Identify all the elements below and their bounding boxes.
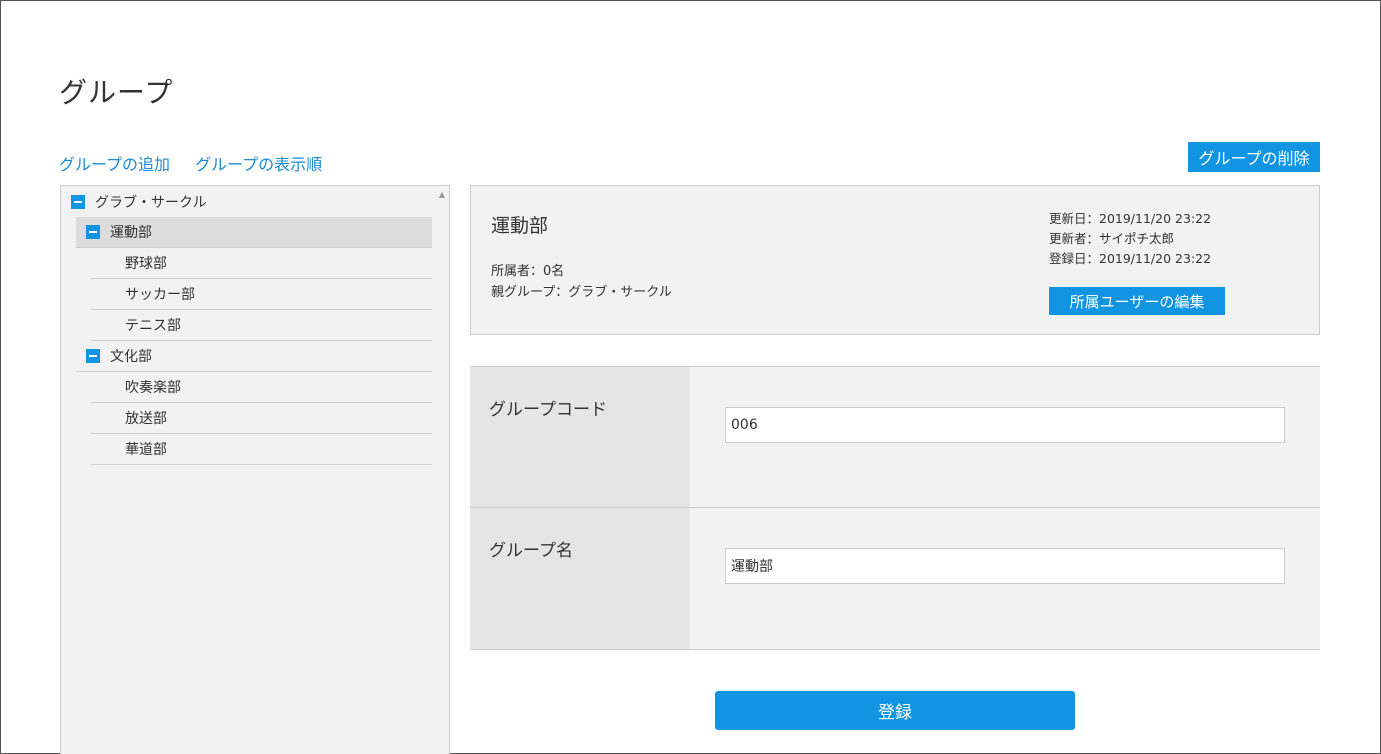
group-code-label: グループコード — [489, 400, 607, 420]
group-name-input[interactable] — [725, 548, 1285, 584]
tree-item-label: テニス部 — [125, 318, 181, 334]
tree-item-label: 吹奏楽部 — [125, 380, 181, 396]
collapse-icon[interactable] — [71, 194, 85, 209]
registered-date: 登録日：2019/11/20 23:22 — [1049, 251, 1212, 266]
tree-item-root[interactable]: グラブ・サークル — [71, 186, 431, 217]
tree-item-label: グラブ・サークル — [95, 194, 207, 211]
tree-item-label: サッカー部 — [125, 287, 195, 303]
updated-by: 更新者：サイポチ太郎 — [1049, 231, 1175, 246]
tree-item-tennis[interactable]: テニス部 — [91, 310, 432, 341]
tree-item-label: 運動部 — [110, 225, 152, 241]
tree-item-culture[interactable]: 文化部 — [76, 341, 432, 372]
tree-item-label: 華道部 — [125, 442, 167, 458]
group-tree: ▲ グラブ・サークル 運動部 野球部 サッカー部 テニス部 文化部 吹奏楽部 放… — [60, 185, 450, 754]
group-name-row: グループ名 — [470, 508, 1320, 650]
group-name-heading: 運動部 — [491, 215, 549, 237]
display-order-link[interactable]: グループの表示順 — [195, 155, 322, 174]
group-name-label-cell: グループ名 — [470, 508, 690, 649]
updated-date: 更新日：2019/11/20 23:22 — [1049, 211, 1212, 226]
tree-item-flower-arrangement[interactable]: 華道部 — [91, 434, 432, 465]
tree-item-baseball[interactable]: 野球部 — [91, 248, 432, 279]
tree-item-broadcast[interactable]: 放送部 — [91, 403, 432, 434]
tree-item-sports[interactable]: 運動部 — [76, 217, 432, 248]
group-code-row: グループコード — [470, 366, 1320, 508]
tree-item-soccer[interactable]: サッカー部 — [91, 279, 432, 310]
collapse-icon[interactable] — [86, 225, 100, 239]
scroll-up-icon[interactable]: ▲ — [439, 190, 445, 199]
delete-group-button[interactable]: グループの削除 — [1188, 142, 1320, 172]
tree-item-label: 野球部 — [125, 256, 167, 272]
tree-item-label: 文化部 — [110, 349, 152, 365]
group-code-input[interactable] — [725, 407, 1285, 443]
member-count: 所属者：0名 — [491, 264, 565, 279]
group-code-label-cell: グループコード — [470, 367, 690, 507]
tree-item-brass-band[interactable]: 吹奏楽部 — [91, 372, 432, 403]
parent-group: 親グループ：グラブ・サークル — [491, 285, 672, 300]
tree-item-label: 放送部 — [125, 411, 167, 427]
group-name-label: グループ名 — [489, 541, 573, 561]
add-group-link[interactable]: グループの追加 — [59, 155, 170, 174]
edit-members-button[interactable]: 所属ユーザーの編集 — [1049, 287, 1225, 315]
page-title: グループ — [59, 76, 174, 109]
group-actions: グループの追加 グループの表示順 — [59, 151, 342, 175]
collapse-icon[interactable] — [86, 349, 100, 363]
submit-button[interactable]: 登録 — [715, 691, 1075, 730]
group-info-panel: 運動部 所属者：0名 親グループ：グラブ・サークル 更新日：2019/11/20… — [470, 185, 1320, 335]
